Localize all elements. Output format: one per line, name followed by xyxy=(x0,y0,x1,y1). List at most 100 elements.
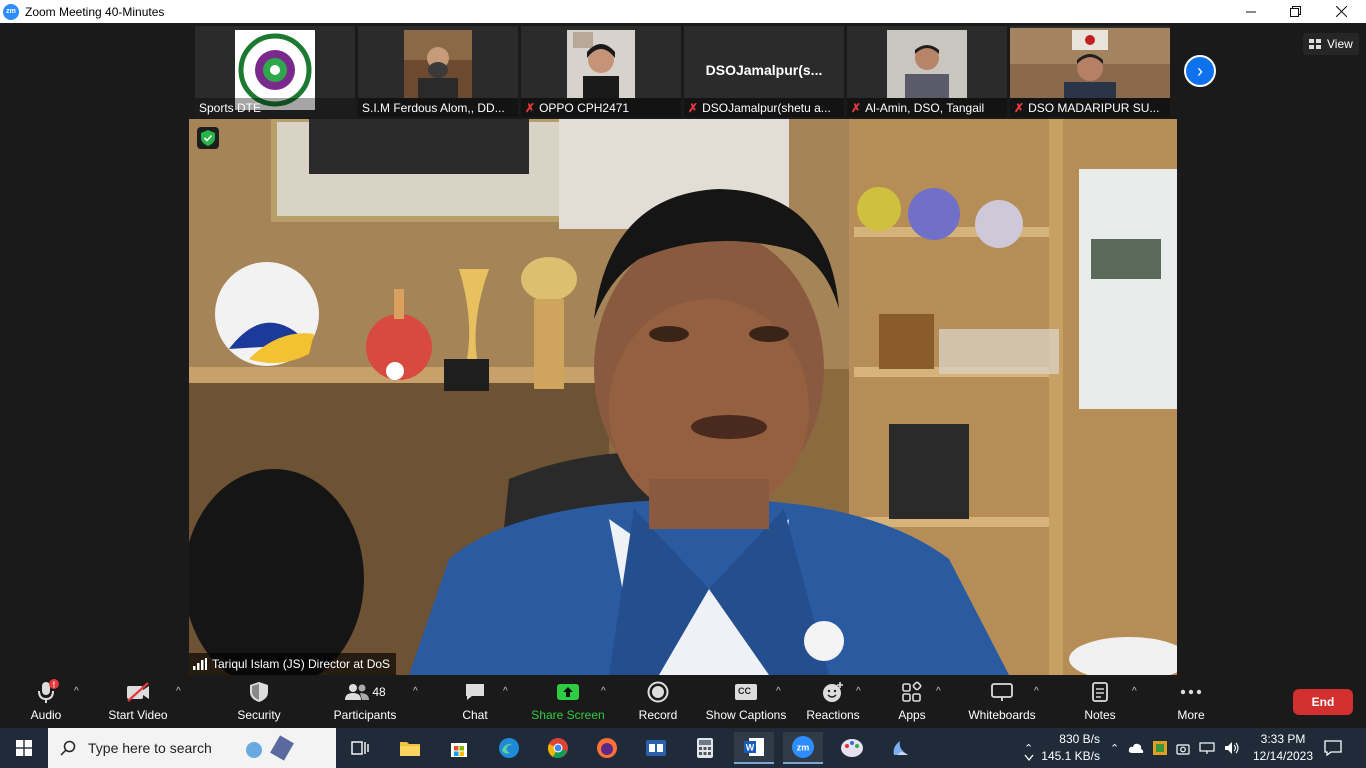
grid-view-icon xyxy=(1309,39,1321,49)
cloud-icon[interactable] xyxy=(1128,741,1144,755)
apps-button[interactable]: Apps xyxy=(892,678,932,728)
audio-button[interactable]: ! Audio xyxy=(22,678,70,728)
participant-tile-ferdous[interactable]: S.I.M Ferdous Alom,, DD... xyxy=(358,26,518,117)
speaker-volume-icon[interactable] xyxy=(1224,741,1240,755)
chrome-taskbar-button[interactable] xyxy=(538,732,578,764)
mic-muted-icon: ✗ xyxy=(525,100,536,115)
start-button[interactable] xyxy=(0,728,48,768)
word-taskbar-button[interactable]: W xyxy=(734,732,774,764)
video-options-caret[interactable]: ^ xyxy=(176,686,181,697)
store-icon xyxy=(451,743,467,757)
apps-label: Apps xyxy=(898,708,926,722)
shield-check-icon xyxy=(201,130,215,146)
participant-display-name: DSOJamalpur(s... xyxy=(705,62,823,78)
participant-video xyxy=(1010,28,1170,98)
reactions-button[interactable]: Reactions xyxy=(804,678,862,728)
task-view-icon xyxy=(351,741,369,755)
participant-tile-dsojamalpur[interactable]: DSOJamalpur(s... ✗ DSOJamalpur(shetu a..… xyxy=(684,26,844,117)
notification-icon xyxy=(1324,740,1342,756)
participant-video xyxy=(567,30,635,98)
apps-icon xyxy=(901,679,923,705)
chevron-down-icon xyxy=(1024,754,1034,762)
record-button[interactable]: Record xyxy=(636,678,680,728)
chevron-right-icon: › xyxy=(1197,60,1203,81)
file-explorer-taskbar-button[interactable] xyxy=(390,732,430,764)
minimize-button[interactable] xyxy=(1228,0,1274,23)
close-button[interactable] xyxy=(1318,0,1364,23)
zoom-taskbar-button[interactable]: zm xyxy=(783,732,823,764)
camera-tray-icon[interactable] xyxy=(1176,741,1190,755)
participant-name-label: S.I.M Ferdous Alom,, DD... xyxy=(358,98,518,117)
audio-label: Audio xyxy=(30,708,62,722)
start-video-button[interactable]: Start Video xyxy=(103,678,173,728)
encryption-shield-icon[interactable] xyxy=(197,127,219,149)
notes-button[interactable]: Notes xyxy=(1078,678,1122,728)
participants-button[interactable]: 48 Participants xyxy=(330,678,400,728)
chat-options-caret[interactable]: ^ xyxy=(503,686,508,697)
participant-tile-madaripur[interactable]: ✗ DSO MADARIPUR SU... xyxy=(1010,26,1170,117)
network-upload-speed: 830 B/s xyxy=(1059,732,1100,746)
notes-options-caret[interactable]: ^ xyxy=(1132,686,1137,697)
participant-tile-al-amin[interactable]: ✗ Al-Amin, DSO, Tangail xyxy=(847,26,1007,117)
tray-overflow-button[interactable]: ⌃ xyxy=(1024,728,1033,768)
share-options-caret[interactable]: ^ xyxy=(601,686,606,697)
minimize-icon xyxy=(1246,11,1256,12)
share-screen-button[interactable]: Share Screen xyxy=(530,678,606,728)
active-speaker-video[interactable]: Tariqul Islam (JS) Director at DoS xyxy=(189,119,1177,675)
edge-taskbar-button[interactable] xyxy=(489,732,529,764)
smiley-plus-icon xyxy=(821,679,845,705)
cc-text: CC xyxy=(738,686,751,696)
status-app-icon[interactable] xyxy=(1153,741,1168,755)
participant-name-label: Sports DTE xyxy=(195,98,355,117)
reader-taskbar-button[interactable] xyxy=(636,732,676,764)
audio-options-caret[interactable]: ^ xyxy=(74,686,79,697)
zoom-logo-icon: zm xyxy=(3,3,19,20)
next-page-button[interactable]: › xyxy=(1184,55,1216,87)
store-taskbar-button[interactable] xyxy=(439,732,479,764)
participant-name: OPPO CPH2471 xyxy=(539,100,630,115)
participant-tile-oppo[interactable]: ✗ OPPO CPH2471 xyxy=(521,26,681,117)
share-screen-icon xyxy=(556,679,580,705)
apps-options-caret[interactable]: ^ xyxy=(936,686,941,697)
paint-taskbar-button[interactable] xyxy=(832,732,872,764)
mic-muted-icon: ✗ xyxy=(688,100,699,115)
clock-time: 3:33 PM xyxy=(1260,732,1306,746)
captions-options-caret[interactable]: ^ xyxy=(776,686,781,697)
restore-button[interactable] xyxy=(1272,0,1318,23)
participant-name: S.I.M Ferdous Alom,, DD... xyxy=(362,100,505,115)
whiteboards-button[interactable]: Whiteboards xyxy=(962,678,1042,728)
task-view-button[interactable] xyxy=(340,732,380,764)
whiteboards-options-caret[interactable]: ^ xyxy=(1034,686,1039,697)
more-dots-icon xyxy=(1180,679,1202,705)
restore-icon xyxy=(1289,6,1301,17)
end-meeting-button[interactable]: End xyxy=(1293,689,1353,715)
notes-label: Notes xyxy=(1084,708,1116,722)
participants-options-caret[interactable]: ^ xyxy=(413,686,418,697)
taskbar-search-input[interactable]: Type here to search xyxy=(48,728,336,768)
view-button[interactable]: View xyxy=(1303,33,1359,55)
firefox-taskbar-button[interactable] xyxy=(587,732,627,764)
mic-muted-icon: ✗ xyxy=(851,100,862,115)
notification-center-button[interactable] xyxy=(1324,728,1342,768)
calculator-taskbar-button[interactable] xyxy=(685,732,725,764)
security-shield-icon xyxy=(249,679,269,705)
participant-tile-sports-dte[interactable]: Sports DTE xyxy=(195,26,355,117)
system-tray-icons: ⌃ xyxy=(1110,728,1240,768)
speaker-name: Tariqul Islam (JS) Director at DoS xyxy=(212,657,391,671)
taskbar-clock[interactable]: 3:33 PM 12/14/2023 xyxy=(1248,731,1318,765)
record-icon xyxy=(647,679,669,705)
network-icon[interactable] xyxy=(1199,741,1215,755)
start-video-label: Start Video xyxy=(108,708,168,722)
speaker-video-frame xyxy=(189,119,1177,675)
video-off-icon xyxy=(125,679,151,705)
speaker-name-label: Tariqul Islam (JS) Director at DoS xyxy=(189,653,397,675)
security-button[interactable]: Security xyxy=(230,678,288,728)
more-button[interactable]: More xyxy=(1170,678,1212,728)
notes-icon xyxy=(1091,679,1109,705)
reactions-options-caret[interactable]: ^ xyxy=(856,686,861,697)
cloud-taskbar-button[interactable] xyxy=(881,732,921,764)
participant-name-label: ✗ DSOJamalpur(shetu a... xyxy=(684,98,844,117)
network-speed-meter: 830 B/s 145.1 KB/s xyxy=(1040,731,1100,765)
tray-chevron-up-icon[interactable]: ⌃ xyxy=(1110,742,1119,755)
chat-button[interactable]: Chat xyxy=(455,678,495,728)
